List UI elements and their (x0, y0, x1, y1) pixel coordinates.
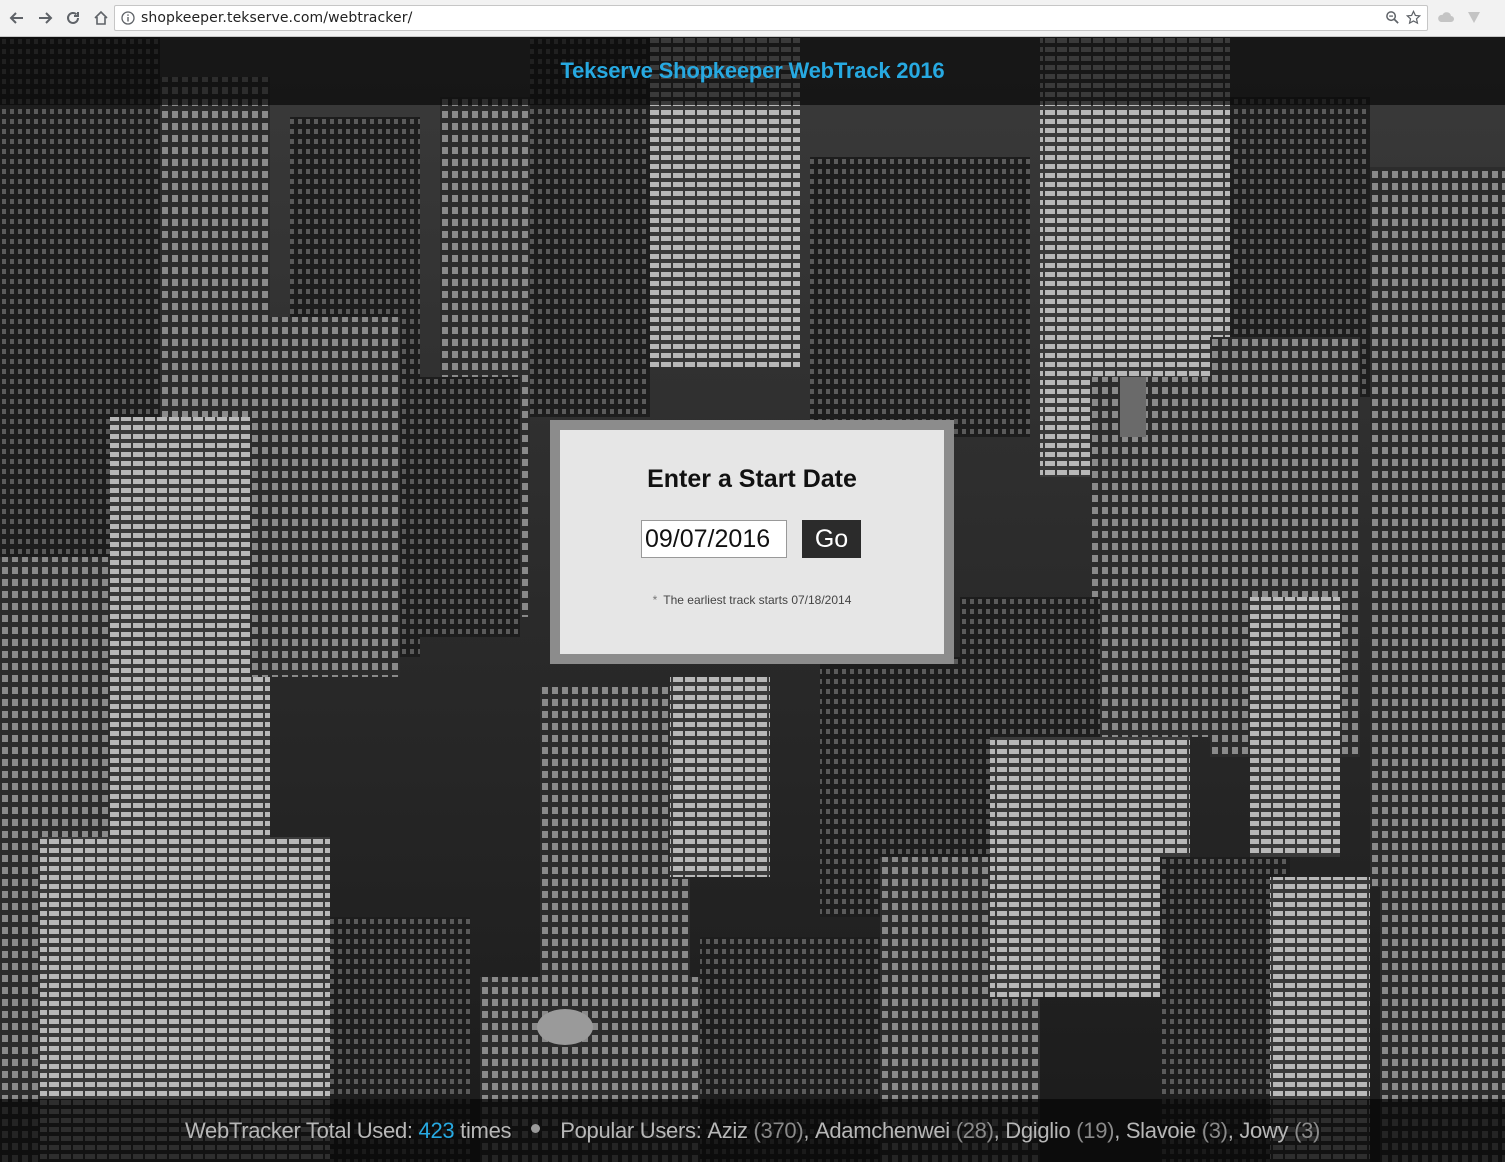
total-used-label: WebTracker Total Used: (184, 1117, 413, 1143)
popular-user: Aziz (707, 1117, 748, 1143)
reload-button[interactable] (60, 5, 86, 31)
popular-users-label: Popular Users: (560, 1117, 702, 1143)
popular-user-count: (28) (955, 1117, 994, 1143)
page: Tekserve Shopkeeper WebTrack 2016 Enter … (0, 37, 1505, 1162)
popular-user-count: (370) (753, 1117, 804, 1143)
popular-user-count: (19) (1076, 1117, 1115, 1143)
extension-icon[interactable] (1465, 8, 1483, 26)
forward-icon (39, 12, 53, 24)
total-used-count: 423 (418, 1117, 455, 1143)
url-text: shopkeeper.tekserve.com/webtracker/ (141, 10, 413, 26)
browser-toolbar: shopkeeper.tekserve.com/webtracker/ (0, 0, 1505, 37)
go-button[interactable]: Go (802, 520, 861, 558)
popular-user-count: (3) (1201, 1117, 1228, 1143)
back-button[interactable] (4, 5, 30, 31)
start-date-panel: Enter a Start Date Go * The earliest trac… (560, 430, 944, 654)
popular-user-count: (3) (1294, 1117, 1321, 1143)
star-icon[interactable] (1406, 10, 1421, 25)
earliest-track-note: * The earliest track starts 07/18/2014 (560, 593, 944, 607)
site-title: Tekserve Shopkeeper WebTrack 2016 (560, 58, 945, 83)
reload-icon (67, 11, 79, 24)
zoom-icon[interactable] (1385, 10, 1400, 25)
popular-user: Adamchenwei (815, 1117, 950, 1143)
separator-dot (531, 1124, 541, 1133)
total-used-suffix: times (460, 1117, 512, 1143)
start-date-dialog: Enter a Start Date Go * The earliest trac… (550, 420, 954, 664)
note-asterisk: * (652, 593, 658, 607)
back-icon (9, 12, 23, 24)
site-header: Tekserve Shopkeeper WebTrack 2016 (0, 37, 1505, 105)
note-text: The earliest track starts 07/18/2014 (663, 593, 852, 607)
info-icon (121, 11, 135, 25)
dialog-heading: Enter a Start Date (647, 465, 857, 493)
cloud-icon[interactable] (1437, 8, 1455, 26)
usage-footer: WebTracker Total Used: 423 times Popular… (0, 1099, 1505, 1162)
forward-button[interactable] (32, 5, 58, 31)
popular-user: Dgiglio (1005, 1117, 1071, 1143)
home-icon (94, 10, 108, 25)
address-bar[interactable]: shopkeeper.tekserve.com/webtracker/ (114, 5, 1428, 31)
popular-user: Jowy (1239, 1117, 1289, 1143)
home-button[interactable] (88, 5, 114, 31)
start-date-input[interactable] (641, 520, 787, 558)
popular-user: Slavoie (1125, 1117, 1196, 1143)
